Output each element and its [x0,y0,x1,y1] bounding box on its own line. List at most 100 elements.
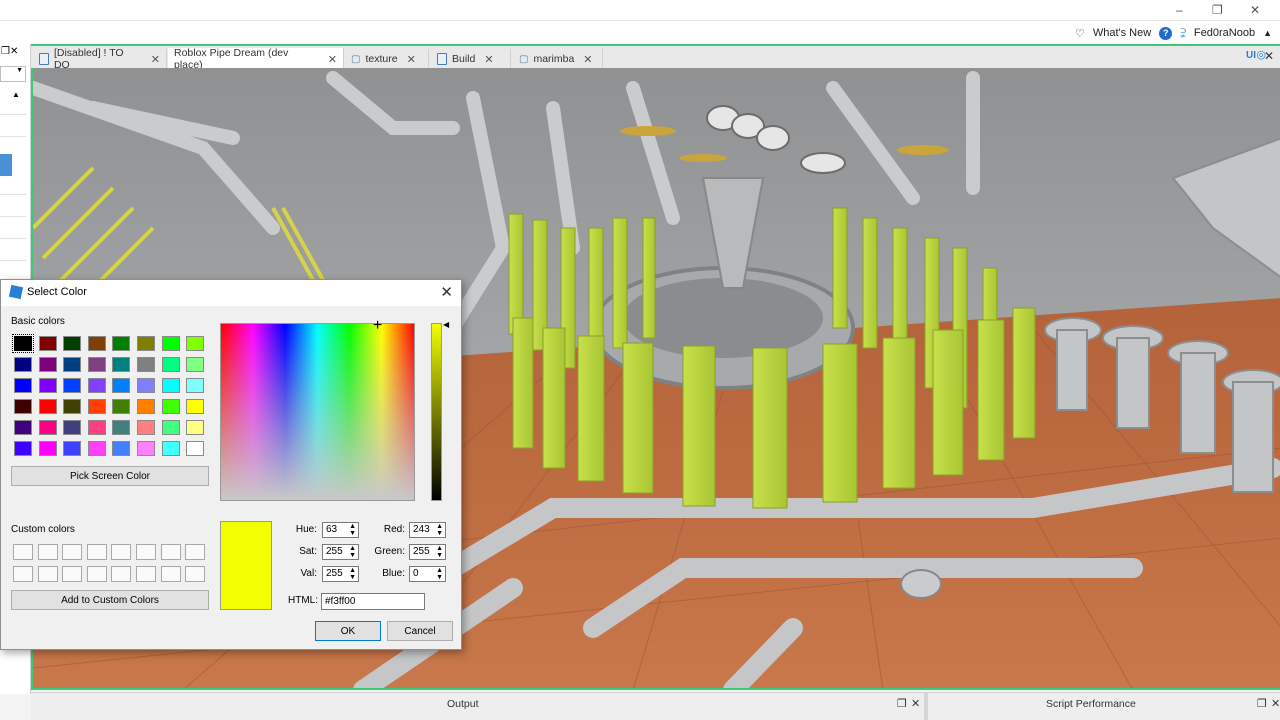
basic-color-swatch[interactable] [186,420,205,435]
cancel-button[interactable]: Cancel [387,621,453,641]
panel-dropdown[interactable]: ▼ [0,66,26,82]
basic-color-swatch[interactable] [14,420,32,435]
basic-color-swatch[interactable] [112,420,131,435]
basic-color-swatch[interactable] [137,378,155,393]
basic-color-swatch[interactable] [112,399,131,414]
chevron-up-icon[interactable]: ▲ [1263,28,1272,38]
basic-color-swatch[interactable] [161,336,180,351]
script-performance-title[interactable]: Script Performance [1046,698,1136,710]
custom-color-slot[interactable] [160,544,181,560]
hue-saturation-spectrum[interactable] [220,323,415,501]
ui-visibility-toggle[interactable]: UI [1246,50,1256,61]
close-window-button[interactable]: ✕ [1250,3,1260,17]
hue-spinbox[interactable]: 63 ▲ ▼ [322,522,359,538]
basic-color-swatch[interactable] [63,336,82,351]
basic-color-swatch[interactable] [186,357,205,372]
custom-color-slot[interactable] [37,566,58,582]
basic-color-swatch[interactable] [14,378,32,393]
custom-color-slot[interactable] [37,544,58,560]
basic-color-swatch[interactable] [137,420,155,435]
sat-spinbox[interactable]: 255 ▲ ▼ [322,544,359,560]
basic-color-swatch[interactable] [112,378,131,393]
basic-color-swatch[interactable] [63,357,82,372]
basic-color-swatch[interactable] [87,378,106,393]
output-panel-title[interactable]: Output [447,698,479,710]
custom-color-slot[interactable] [86,544,107,560]
basic-color-swatch[interactable] [161,441,180,456]
custom-color-slot[interactable] [13,544,33,560]
basic-color-swatch[interactable] [186,399,205,414]
tab-build[interactable]: Build ✕ [431,49,511,69]
close-tab-icon[interactable]: ✕ [484,53,493,66]
username-menu[interactable]: Fed0raNoob [1194,27,1255,39]
maximize-button[interactable]: ❐ [1212,3,1223,17]
basic-color-swatch[interactable] [161,399,180,414]
basic-color-swatch[interactable] [137,441,155,456]
custom-color-slot[interactable] [62,566,83,582]
basic-color-swatch[interactable] [38,441,57,456]
spectrum-crosshair[interactable]: + [373,318,382,334]
basic-color-swatch[interactable] [112,336,131,351]
help-icon[interactable]: ? [1159,26,1173,40]
undock-output-icon[interactable]: ❐ [897,697,907,710]
custom-color-slot[interactable] [160,566,181,582]
basic-color-swatch[interactable] [87,357,106,372]
selected-list-item[interactable] [0,154,12,176]
basic-color-swatch[interactable] [14,357,32,372]
custom-color-slot[interactable] [62,544,83,560]
tab-texture[interactable]: ▢ texture ✕ [345,49,429,69]
basic-color-swatch[interactable] [161,378,180,393]
undock-perf-icon[interactable]: ❐ [1257,697,1267,710]
green-spinbox[interactable]: 255 ▲ ▼ [409,544,446,560]
red-spinbox[interactable]: 243 ▲ ▼ [409,522,446,538]
custom-color-slot[interactable] [13,566,33,582]
custom-color-slot[interactable] [111,544,132,560]
basic-color-swatch[interactable] [186,336,205,351]
pick-screen-color-button[interactable]: Pick Screen Color [11,466,209,486]
panel-float-icon[interactable]: ❐✕ [1,46,18,57]
basic-color-swatch[interactable] [14,441,32,456]
tab-todo[interactable]: [Disabled] ! TO DO ✕ [33,47,167,71]
custom-color-slot[interactable] [111,566,132,582]
blue-spinbox[interactable]: 0 ▲ ▼ [409,566,446,582]
basic-color-swatch[interactable] [14,399,32,414]
val-spinbox[interactable]: 255 ▲ ▼ [322,566,359,582]
basic-color-swatch[interactable] [63,378,82,393]
close-pane-icon[interactable]: ✕ [1264,49,1274,63]
basic-color-swatch[interactable] [112,441,131,456]
ok-button[interactable]: OK [315,621,381,641]
share-icon[interactable]: ⫌ [1180,25,1186,41]
scroll-up-arrow[interactable]: ▲ [12,90,20,99]
close-tab-icon[interactable]: ✕ [407,53,416,66]
basic-color-swatch[interactable] [186,441,205,456]
close-perf-icon[interactable]: ✕ [1271,697,1280,710]
tab-pipe-dream[interactable]: Roblox Pipe Dream (dev place) ✕ [168,47,344,71]
basic-color-swatch[interactable] [38,420,57,435]
basic-color-swatch[interactable] [87,441,106,456]
basic-color-swatch[interactable] [38,336,57,351]
custom-color-slot[interactable] [86,566,107,582]
basic-color-swatch[interactable] [161,420,180,435]
heart-icon[interactable]: ♡ [1075,27,1085,40]
add-to-custom-colors-button[interactable]: Add to Custom Colors [11,590,209,610]
basic-color-swatch[interactable] [137,357,155,372]
basic-color-swatch[interactable] [87,420,106,435]
basic-color-swatch[interactable] [63,420,82,435]
basic-color-swatch[interactable] [38,357,57,372]
custom-color-slot[interactable] [136,544,156,560]
basic-color-swatch[interactable] [63,399,82,414]
close-dialog-button[interactable]: ✕ [440,283,453,301]
panel-divider[interactable] [924,693,928,720]
html-hex-input[interactable]: #f3ff00 [321,593,425,610]
basic-color-swatch[interactable] [87,399,106,414]
basic-color-swatch[interactable] [161,357,180,372]
basic-color-swatch[interactable] [38,399,57,414]
custom-color-slot[interactable] [136,566,156,582]
value-slider[interactable] [431,323,442,501]
close-tab-icon[interactable]: ✕ [583,53,592,66]
basic-color-swatch[interactable] [112,357,131,372]
basic-color-swatch[interactable] [87,336,106,351]
basic-color-swatch[interactable] [12,334,34,353]
basic-color-swatch[interactable] [38,378,57,393]
dialog-titlebar[interactable]: Select Color ✕ [1,280,461,306]
